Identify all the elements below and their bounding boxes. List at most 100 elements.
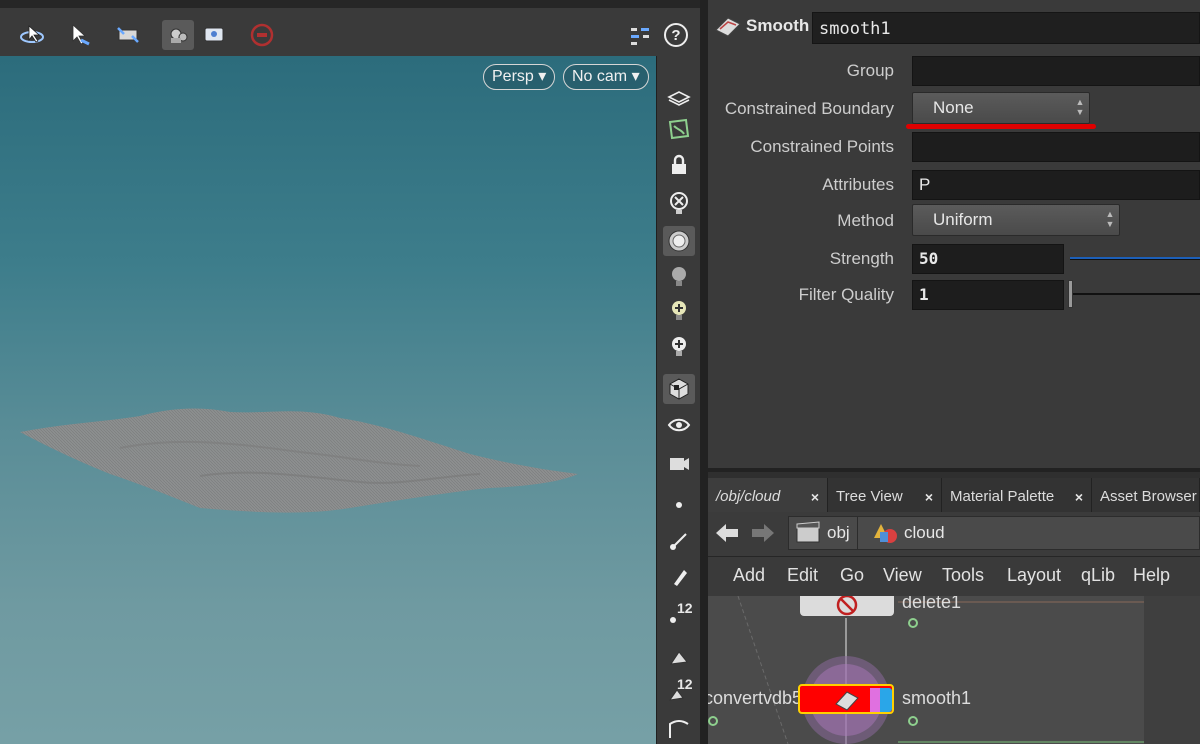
red-annotation-underline [906, 124, 1096, 129]
strength-label: Strength [829, 249, 894, 268]
uv-grid-icon[interactable] [663, 114, 695, 144]
layers-icon[interactable] [663, 82, 695, 112]
delete-node-label: delete1 [902, 596, 962, 612]
pane-divider[interactable] [700, 0, 708, 744]
menu-arrows-icon: ▲ ▼ [1075, 97, 1085, 117]
constrained-boundary-label: Constrained Boundary [724, 99, 894, 118]
smooth-node-icon [834, 688, 860, 716]
display-flag[interactable] [880, 688, 892, 712]
light-off-icon[interactable] [663, 188, 695, 218]
orbit-icon[interactable] [16, 20, 48, 50]
node-type-label: Smooth [746, 16, 810, 35]
light-add-all-icon[interactable] [663, 332, 695, 362]
close-icon[interactable]: × [925, 478, 933, 516]
node-name-field[interactable]: smooth1 [812, 12, 1200, 44]
display-flag-icon[interactable] [708, 716, 718, 726]
no-entry-icon[interactable] [246, 20, 278, 50]
svg-text:?: ? [671, 27, 680, 44]
network-side-panel [1144, 596, 1200, 744]
network-wires [737, 596, 1200, 744]
network-menu-bar: Add Edit Go View Tools Layout qLib Help [708, 556, 1200, 596]
tab-material-palette[interactable]: Material Palette × [942, 478, 1092, 516]
delete-node[interactable] [800, 596, 894, 616]
camera-icon[interactable] [162, 20, 194, 50]
viewport-tool-strip: 12 12 [656, 56, 700, 744]
lock-icon[interactable] [663, 150, 695, 180]
shading-cube-icon[interactable] [663, 374, 695, 404]
normals-icon[interactable] [663, 714, 695, 744]
numbered-points-icon[interactable]: 12 [663, 600, 695, 630]
display-flag-icon[interactable] [908, 618, 918, 628]
constrained-boundary-value: None [933, 98, 974, 117]
strength-field[interactable]: 50 [912, 244, 1064, 274]
network-editor[interactable]: delete1 convertvdb5 smooth1 [708, 596, 1200, 744]
prim-icon[interactable] [663, 642, 695, 672]
tab-label: /obj/cloud [716, 488, 781, 505]
settings-icon[interactable] [624, 20, 656, 50]
convertvdb-node-label: convertvdb5 [708, 688, 803, 708]
group-field[interactable] [912, 56, 1200, 86]
network-tab-bar: /obj/cloud × Tree View × Material Palette ×… [708, 468, 1200, 516]
light-bulb-icon[interactable] [663, 262, 695, 292]
method-value: Uniform [933, 210, 993, 229]
method-label: Method [837, 211, 894, 230]
path-cloud[interactable]: cloud [858, 516, 1200, 550]
camera-menu-button[interactable]: No cam ▾ [563, 64, 649, 90]
menu-add[interactable]: Add [733, 565, 765, 586]
menu-help[interactable]: Help [1133, 565, 1170, 586]
close-icon[interactable]: × [811, 478, 819, 516]
terrain-mesh [20, 408, 578, 513]
no-entry-icon [836, 596, 858, 620]
parameter-panel: Smooth smooth1 Group Constrained Boundar… [708, 0, 1200, 468]
view-transform-icon[interactable] [112, 20, 144, 50]
tab-tree-view[interactable]: Tree View × [828, 478, 942, 516]
render-view-icon[interactable] [663, 448, 695, 478]
smooth-node-icon [714, 14, 742, 42]
numbered-prims-icon[interactable]: 12 [663, 676, 695, 706]
3d-viewport[interactable]: Persp ▾ No cam ▾ [0, 56, 656, 744]
menu-edit[interactable]: Edit [787, 565, 818, 586]
path-obj[interactable]: obj [788, 516, 858, 550]
viewport-toolbar: ? [0, 0, 700, 56]
brush-icon[interactable] [663, 526, 695, 556]
select-icon[interactable] [64, 20, 96, 50]
filter-quality-slider-track[interactable] [1070, 293, 1200, 295]
menu-tools[interactable]: Tools [942, 565, 984, 586]
method-menu[interactable]: Uniform ▲ ▼ [912, 204, 1120, 236]
view-menu-button[interactable]: Persp ▾ [483, 64, 556, 90]
filter-quality-slider-handle[interactable] [1068, 280, 1073, 308]
network-path-bar: obj cloud [708, 512, 1200, 556]
menu-layout[interactable]: Layout [1007, 565, 1061, 586]
tab-obj-cloud[interactable]: /obj/cloud × [708, 478, 828, 516]
attributes-field[interactable]: P [912, 170, 1200, 200]
display-flag-icon[interactable] [908, 716, 918, 726]
point-icon[interactable] [663, 490, 695, 520]
menu-view[interactable]: View [883, 565, 922, 586]
group-label: Group [846, 61, 894, 80]
add-light-icon[interactable] [663, 296, 695, 326]
menu-arrows-icon: ▲ ▼ [1105, 209, 1115, 229]
strength-slider-fill [1070, 257, 1200, 259]
constrained-boundary-menu[interactable]: None ▲ ▼ [912, 92, 1090, 124]
forward-arrow-icon[interactable] [750, 520, 776, 550]
help-icon[interactable]: ? [660, 20, 692, 50]
close-icon[interactable]: × [1075, 478, 1083, 516]
smooth-node[interactable] [798, 684, 894, 714]
bypass-flag[interactable] [870, 688, 880, 712]
menu-qlib[interactable]: qLib [1081, 565, 1115, 586]
headlight-icon[interactable] [663, 226, 695, 256]
display-icon[interactable] [198, 20, 230, 50]
back-arrow-icon[interactable] [714, 520, 740, 550]
path-cloud-label: cloud [904, 523, 945, 542]
clapper-icon [795, 520, 821, 555]
constrained-points-field[interactable] [912, 132, 1200, 162]
path-obj-label: obj [827, 523, 850, 542]
attributes-label: Attributes [822, 175, 894, 194]
tab-label: Tree View [836, 488, 903, 505]
pen-icon[interactable] [663, 562, 695, 592]
visibility-icon[interactable] [663, 410, 695, 440]
tab-asset-browser[interactable]: Asset Browser [1092, 478, 1200, 516]
smooth-node-label: smooth1 [902, 688, 972, 708]
menu-go[interactable]: Go [840, 565, 864, 586]
filter-quality-field[interactable]: 1 [912, 280, 1064, 310]
